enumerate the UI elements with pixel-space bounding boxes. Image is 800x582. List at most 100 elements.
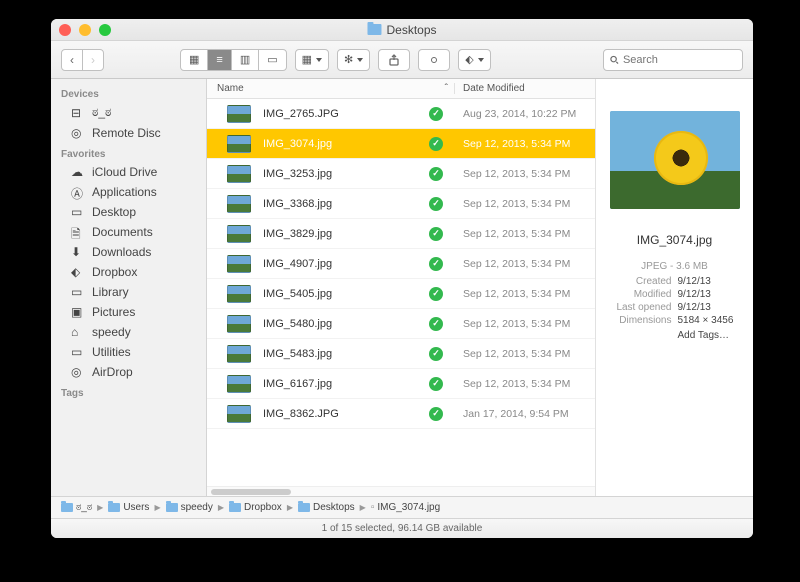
close-button[interactable] [59,24,71,36]
sidebar-item-library[interactable]: ▭Library [51,282,206,302]
traffic-lights [59,24,111,36]
sidebar-item-applications[interactable]: ⒶApplications [51,182,206,202]
sidebar-item-home[interactable]: ⌂speedy [51,322,206,342]
downloads-icon: ⬇ [71,245,85,259]
back-button[interactable]: ‹ [62,50,83,70]
disc-icon: ◎ [71,126,85,140]
file-row[interactable]: IMG_3829.jpgSep 12, 2013, 5:34 PM [207,219,595,249]
sidebar-item-icloud[interactable]: ☁iCloud Drive [51,162,206,182]
search-input[interactable] [623,54,736,66]
meta-key: Dimensions [608,315,672,326]
sidebar-item-airdrop[interactable]: ◎AirDrop [51,362,206,382]
file-row[interactable]: IMG_3253.jpg Sep 12, 2013, 5:34 PM [207,159,595,189]
path-separator-icon: ▶ [360,503,366,512]
file-date: Sep 12, 2013, 5:34 PM [455,318,595,330]
sync-check-icon [429,227,443,241]
sidebar-item-documents[interactable]: 🗎Documents [51,222,206,242]
sidebar-item-dropbox[interactable]: ⬖Dropbox [51,262,206,282]
search-field[interactable] [603,49,743,71]
sidebar-item-downloads[interactable]: ⬇Downloads [51,242,206,262]
action-button[interactable]: ✻ [337,49,370,71]
dropbox-button[interactable]: ⬖ [458,49,490,71]
path-segment[interactable]: ▫IMG_3074.jpg [371,502,440,513]
column-view-button[interactable]: ▥ [232,50,259,70]
sync-check-icon [429,347,443,361]
path-segment[interactable]: Dropbox [229,502,282,513]
file-date: Jan 17, 2014, 9:54 PM [455,408,595,420]
list-icon: ≡ [216,54,222,66]
forward-button[interactable]: › [83,50,103,70]
sidebar-item-disk[interactable]: ⊟ಠ_ಠ [51,102,206,123]
add-tags-link[interactable]: Add Tags… [678,330,742,341]
minimize-button[interactable] [79,24,91,36]
meta-value: 9/12/13 [678,302,742,313]
file-row[interactable]: IMG_4907.jpgSep 12, 2013, 5:34 PM [207,249,595,279]
arrange-button[interactable]: ▦ [295,49,329,71]
sidebar-item-remote-disc[interactable]: ◎Remote Disc [51,123,206,143]
file-row[interactable]: IMG_5405.jpgSep 12, 2013, 5:34 PM [207,279,595,309]
column-date[interactable]: Date Modified [455,83,595,94]
file-thumbnail [227,285,251,303]
file-thumbnail [227,375,251,393]
file-row[interactable]: IMG_6167.jpgSep 12, 2013, 5:34 PM [207,369,595,399]
folder-icon [108,503,120,512]
preview-metadata: Created9/12/13Modified9/12/13Last opened… [608,276,741,326]
file-thumbnail [227,225,251,243]
file-date: Sep 12, 2013, 5:34 PM [455,378,595,390]
sidebar-item-desktop[interactable]: ▭Desktop [51,202,206,222]
finder-window: Desktops ‹ › ▦ ≡ ▥ ▭ ▦ ✻ ⬖ Devices ⊟ಠ_ಠ [51,19,753,538]
search-icon [610,55,619,65]
file-row[interactable]: IMG_3368.jpgSep 12, 2013, 5:34 PM [207,189,595,219]
sync-check-icon [429,317,443,331]
meta-value: 9/12/13 [678,276,742,287]
path-segment[interactable]: Users [108,502,149,513]
file-row[interactable]: IMG_5480.jpg Sep 12, 2013, 5:34 PM [207,309,595,339]
preview-kind-size: JPEG - 3.6 MB [641,261,708,272]
file-date: Sep 12, 2013, 5:34 PM [455,168,595,180]
sidebar-item-pictures[interactable]: ▣Pictures [51,302,206,322]
sidebar-heading-favorites: Favorites [51,143,206,162]
file-name: IMG_3253.jpg [263,168,429,180]
file-rows[interactable]: IMG_2765.JPGAug 23, 2014, 10:22 PMIMG_30… [207,99,595,486]
meta-key: Modified [608,289,672,300]
column-name[interactable]: Name ˆ [207,83,455,94]
columns-icon: ▥ [240,53,250,66]
icon-view-button[interactable]: ▦ [181,50,208,70]
content: Devices ⊟ಠ_ಠ ◎Remote Disc Favorites ☁iCl… [51,79,753,496]
file-name: IMG_5483.jpg [263,348,429,360]
file-row[interactable]: IMG_5483.jpgSep 12, 2013, 5:34 PM [207,339,595,369]
folder-icon: ▭ [71,285,85,299]
folder-icon [61,503,73,512]
path-separator-icon: ▶ [287,503,293,512]
sync-check-icon [429,287,443,301]
sync-check-icon [429,167,443,181]
zoom-button[interactable] [99,24,111,36]
file-row[interactable]: IMG_3074.jpgSep 12, 2013, 5:34 PM [207,129,595,159]
share-button[interactable] [378,49,410,71]
path-separator-icon: ▶ [154,503,160,512]
arrange-icon: ▦ [302,53,312,66]
file-row[interactable]: IMG_8362.JPGJan 17, 2014, 9:54 PM [207,399,595,429]
file-name: IMG_5480.jpg [263,318,429,330]
sidebar: Devices ⊟ಠ_ಠ ◎Remote Disc Favorites ☁iCl… [51,79,207,496]
gallery-view-button[interactable]: ▭ [259,50,285,70]
file-row[interactable]: IMG_2765.JPGAug 23, 2014, 10:22 PM [207,99,595,129]
list-view-button[interactable]: ≡ [208,50,231,70]
file-name: IMG_3074.jpg [263,138,429,150]
desktop-icon: ▭ [71,205,85,219]
sidebar-item-utilities[interactable]: ▭Utilities [51,342,206,362]
view-segment: ▦ ≡ ▥ ▭ [180,49,287,71]
path-segment[interactable]: Desktops [298,502,355,513]
sidebar-heading-devices: Devices [51,83,206,102]
meta-key: Created [608,276,672,287]
file-thumbnail [227,255,251,273]
tags-button[interactable] [418,49,450,71]
file-list-pane: Name ˆ Date Modified IMG_2765.JPGAug 23,… [207,79,595,496]
sync-check-icon [429,407,443,421]
sync-check-icon [429,137,443,151]
horizontal-scrollbar[interactable] [207,486,595,496]
path-segment[interactable]: speedy [166,502,213,513]
column-headers: Name ˆ Date Modified [207,79,595,99]
file-name: IMG_2765.JPG [263,108,429,120]
path-segment[interactable]: ಠ_ಠ [61,502,92,513]
